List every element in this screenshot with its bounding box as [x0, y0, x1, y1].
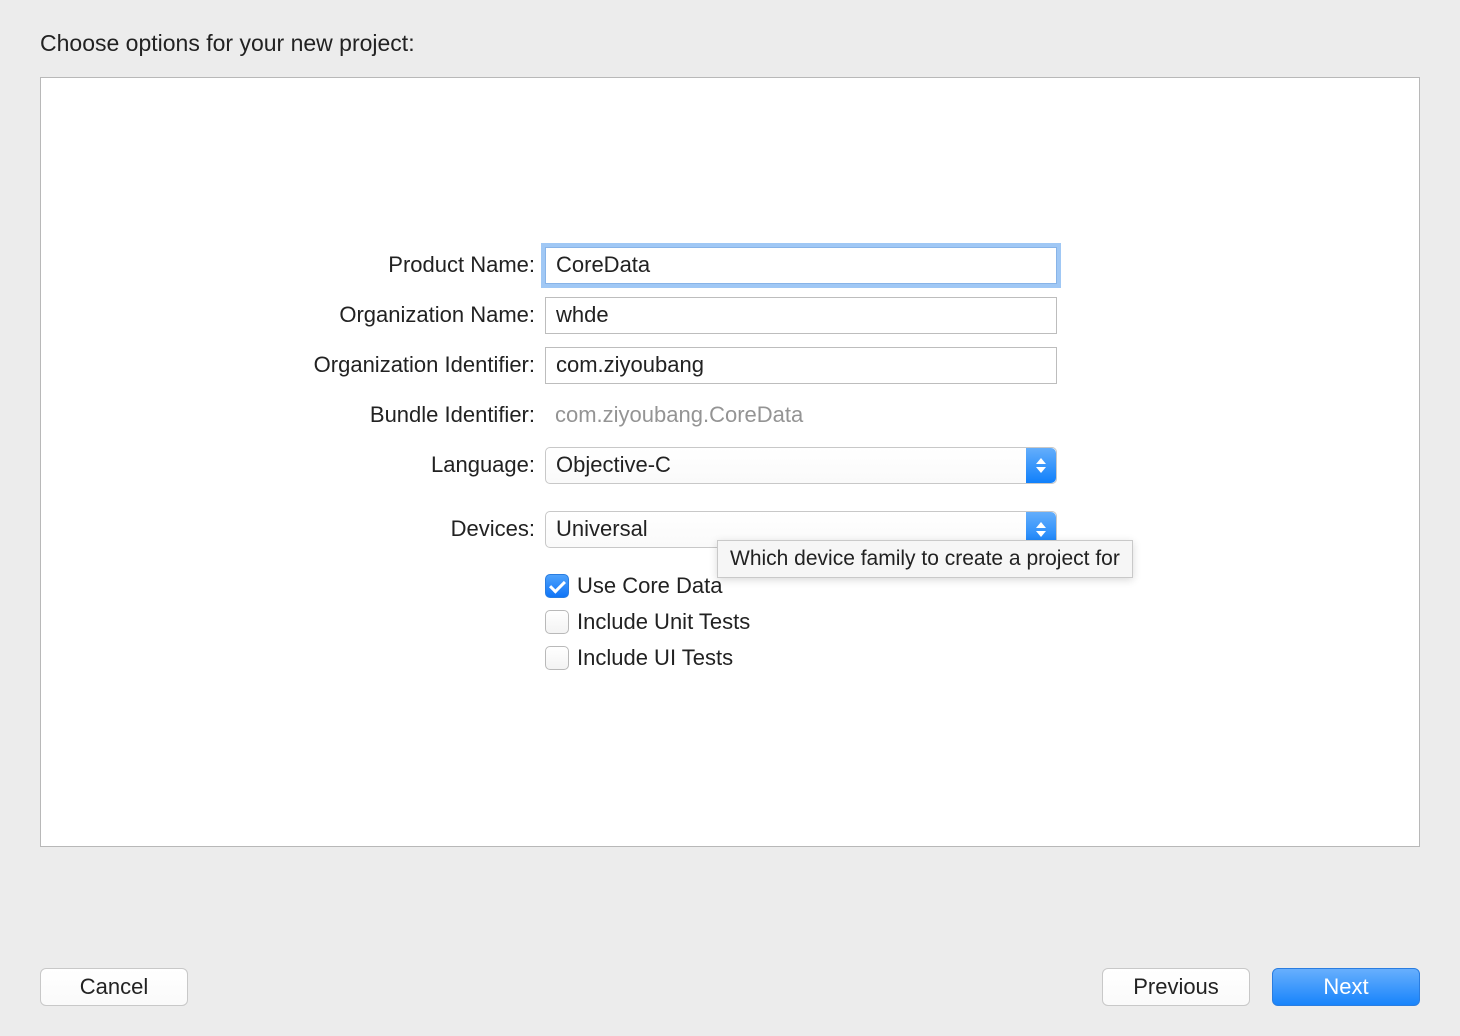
- row-unit-tests: Include Unit Tests: [41, 604, 1419, 640]
- row-organization-identifier: Organization Identifier:: [41, 340, 1419, 390]
- language-select[interactable]: Objective-C: [545, 447, 1057, 484]
- language-select-value: Objective-C: [556, 452, 671, 478]
- next-button[interactable]: Next: [1272, 968, 1420, 1006]
- label-bundle-identifier: Bundle Identifier:: [41, 402, 545, 428]
- label-devices: Devices:: [41, 516, 545, 542]
- row-bundle-identifier: Bundle Identifier: com.ziyoubang.CoreDat…: [41, 390, 1419, 440]
- use-core-data-label: Use Core Data: [577, 573, 723, 599]
- dialog-heading: Choose options for your new project:: [40, 30, 1420, 57]
- previous-button[interactable]: Previous: [1102, 968, 1250, 1006]
- row-devices: Devices: Universal Which device family t…: [41, 504, 1419, 554]
- include-ui-tests-checkbox[interactable]: [545, 646, 569, 670]
- project-form: Product Name: Organization Name: Organiz…: [41, 240, 1419, 676]
- bundle-identifier-value: com.ziyoubang.CoreData: [545, 402, 1057, 428]
- organization-name-input[interactable]: [545, 297, 1057, 334]
- row-organization-name: Organization Name:: [41, 290, 1419, 340]
- form-panel: Product Name: Organization Name: Organiz…: [40, 77, 1420, 847]
- label-product-name: Product Name:: [41, 252, 545, 278]
- devices-select-value: Universal: [556, 516, 648, 542]
- organization-identifier-input[interactable]: [545, 347, 1057, 384]
- label-organization-identifier: Organization Identifier:: [41, 352, 545, 378]
- use-core-data-checkbox[interactable]: [545, 574, 569, 598]
- devices-tooltip: Which device family to create a project …: [717, 540, 1133, 578]
- include-unit-tests-checkbox[interactable]: [545, 610, 569, 634]
- label-organization-name: Organization Name:: [41, 302, 545, 328]
- cancel-button[interactable]: Cancel: [40, 968, 188, 1006]
- new-project-dialog: Choose options for your new project: Pro…: [0, 0, 1460, 1036]
- product-name-input[interactable]: [545, 247, 1057, 284]
- row-language: Language: Objective-C: [41, 440, 1419, 490]
- include-ui-tests-label: Include UI Tests: [577, 645, 733, 671]
- chevron-updown-icon: [1026, 448, 1056, 483]
- row-product-name: Product Name:: [41, 240, 1419, 290]
- row-ui-tests: Include UI Tests: [41, 640, 1419, 676]
- label-language: Language:: [41, 452, 545, 478]
- dialog-button-bar: Cancel Previous Next: [40, 968, 1420, 1006]
- include-unit-tests-label: Include Unit Tests: [577, 609, 750, 635]
